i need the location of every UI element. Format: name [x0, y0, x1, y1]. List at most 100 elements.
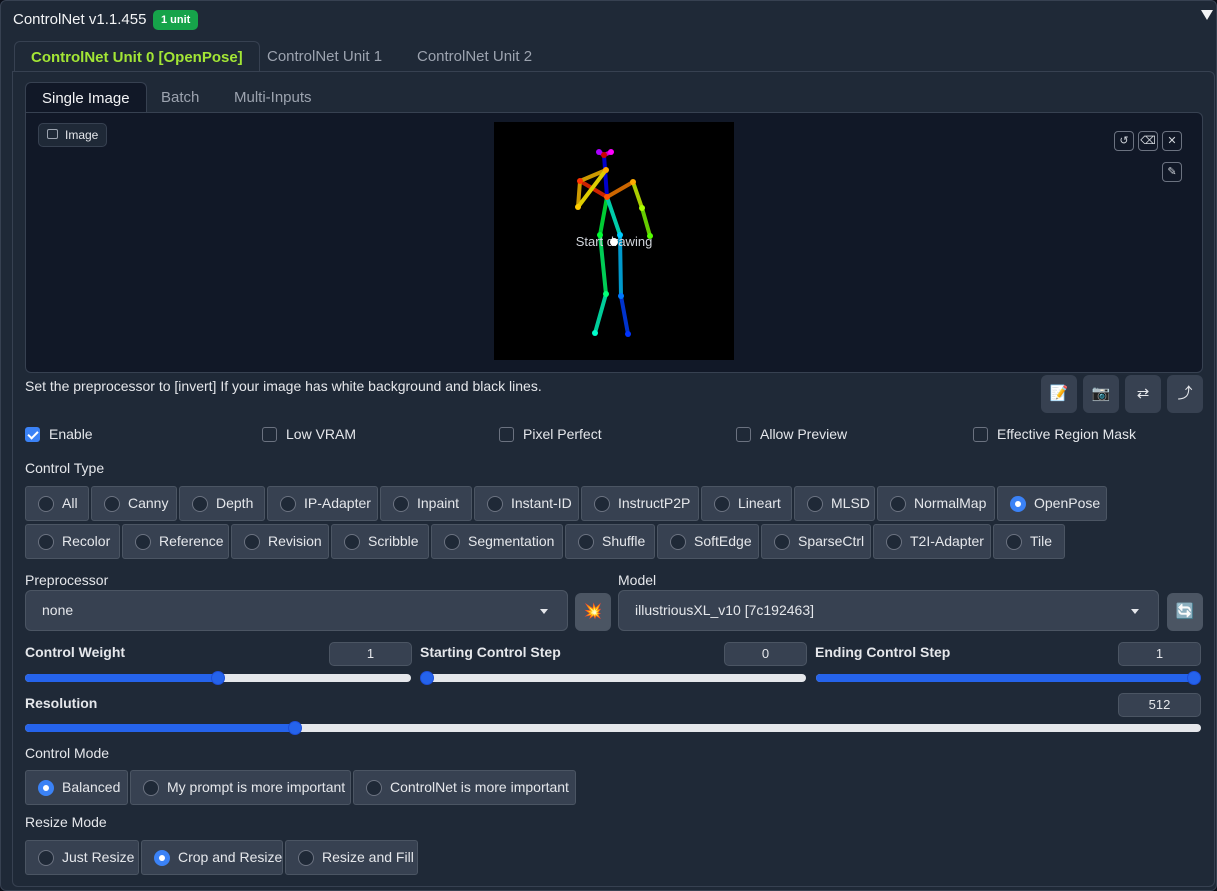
- controlnet-root: ControlNet v1.1.455 1 unit ControlNet Un…: [0, 0, 1217, 891]
- resolution-input[interactable]: 512: [1118, 693, 1201, 717]
- resize-mode-resize-and-fill[interactable]: Resize and Fill: [285, 840, 418, 875]
- preprocessor-hint: Set the preprocessor to [invert] If your…: [25, 378, 542, 394]
- low-vram-check-box[interactable]: [262, 427, 277, 442]
- control-weight-input[interactable]: 1: [329, 642, 412, 666]
- pixel-perfect-label: Pixel Perfect: [523, 426, 602, 442]
- preprocessor-label: Preprocessor: [25, 572, 109, 588]
- ending-step-label: Ending Control Step: [815, 644, 951, 660]
- control-type-recolor[interactable]: Recolor: [25, 524, 120, 559]
- pose-image[interactable]: Start drawing: [494, 122, 734, 360]
- control-type-ip-adapter[interactable]: IP-Adapter: [267, 486, 378, 521]
- allow-preview-check-box[interactable]: [736, 427, 751, 442]
- tab-multi-inputs[interactable]: Multi-Inputs: [218, 82, 328, 114]
- low-vram-checkbox[interactable]: Low VRAM: [262, 426, 356, 444]
- slider-thumb[interactable]: [211, 671, 225, 685]
- control-weight-slider[interactable]: [25, 671, 411, 685]
- radio-dot: [344, 534, 360, 550]
- swap-button[interactable]: ⇄: [1125, 375, 1161, 413]
- control-type-label-mlsd: MLSD: [831, 495, 870, 511]
- tab-unit-2[interactable]: ControlNet Unit 2: [401, 41, 548, 73]
- preprocessor-dropdown[interactable]: none: [25, 590, 568, 631]
- control-type-mlsd[interactable]: MLSD: [794, 486, 875, 521]
- control-type-depth[interactable]: Depth: [179, 486, 265, 521]
- control-type-scribble[interactable]: Scribble: [331, 524, 429, 559]
- effective-region-mask-checkbox[interactable]: Effective Region Mask: [973, 426, 1136, 444]
- brush-icon[interactable]: ✎: [1162, 162, 1182, 182]
- enable-check-box[interactable]: [25, 427, 40, 442]
- control-mode-balanced[interactable]: Balanced: [25, 770, 128, 805]
- control-type-inpaint[interactable]: Inpaint: [380, 486, 472, 521]
- control-type-canny[interactable]: Canny: [91, 486, 177, 521]
- control-mode-label: Control Mode: [25, 745, 110, 761]
- tab-batch[interactable]: Batch: [145, 82, 215, 114]
- resize-mode-crop-and-resize[interactable]: Crop and Resize: [141, 840, 283, 875]
- image-label: Image: [38, 123, 108, 147]
- control-type-softedge[interactable]: SoftEdge: [657, 524, 759, 559]
- ending-step-input[interactable]: 1: [1118, 642, 1201, 666]
- undo-icon[interactable]: ↺: [1114, 131, 1134, 151]
- control-type-all[interactable]: All: [25, 486, 89, 521]
- pixel-perfect-check-box[interactable]: [499, 427, 514, 442]
- control-type-openpose[interactable]: OpenPose: [997, 486, 1107, 521]
- radio-dot: [38, 496, 54, 512]
- tab-unit-0[interactable]: ControlNet Unit 0 [OpenPose]: [14, 41, 260, 73]
- radio-dot: [890, 496, 906, 512]
- collapse-arrow-icon[interactable]: [1201, 10, 1213, 20]
- resize-mode-label: Resize Mode: [25, 814, 107, 830]
- radio-dot-selected: [1010, 496, 1026, 512]
- effective-region-mask-check-box[interactable]: [973, 427, 988, 442]
- refresh-models-button[interactable]: 🔄: [1167, 593, 1203, 631]
- allow-preview-checkbox[interactable]: Allow Preview: [736, 426, 847, 444]
- enable-checkbox[interactable]: Enable: [25, 426, 93, 444]
- starting-step-label: Starting Control Step: [420, 644, 561, 660]
- eraser-icon[interactable]: ⌫: [1138, 131, 1158, 151]
- control-type-revision[interactable]: Revision: [231, 524, 329, 559]
- edit-button[interactable]: 📝: [1041, 375, 1077, 413]
- model-dropdown[interactable]: illustriousXL_v10 [7c192463]: [618, 590, 1159, 631]
- starting-step-input[interactable]: 0: [724, 642, 807, 666]
- control-type-sparsectrl[interactable]: SparseCtrl: [761, 524, 871, 559]
- effective-region-mask-label: Effective Region Mask: [997, 426, 1137, 442]
- radio-dot: [807, 496, 823, 512]
- control-type-lineart[interactable]: Lineart: [701, 486, 792, 521]
- cursor-dot: [610, 238, 618, 246]
- image-icon: [47, 129, 58, 139]
- control-type-tile[interactable]: Tile: [993, 524, 1065, 559]
- camera-button[interactable]: 📷: [1083, 375, 1119, 413]
- starting-step-slider[interactable]: [420, 671, 806, 685]
- unit-count-badge: 1 unit: [153, 10, 199, 30]
- run-preprocessor-button[interactable]: 💥: [575, 593, 611, 631]
- send-dimensions-button[interactable]: ⤴: [1167, 375, 1203, 413]
- control-mode-prompt[interactable]: My prompt is more important: [130, 770, 351, 805]
- control-type-instant-id[interactable]: Instant-ID: [474, 486, 579, 521]
- radio-dot: [135, 534, 151, 550]
- slider-thumb[interactable]: [420, 671, 434, 685]
- control-mode-label-balanced: Balanced: [62, 779, 121, 795]
- control-type-label-ip-adapter: IP-Adapter: [304, 495, 371, 511]
- tab-unit-1[interactable]: ControlNet Unit 1: [251, 41, 398, 73]
- close-icon[interactable]: ✕: [1162, 131, 1182, 151]
- control-type-t2i-adapter[interactable]: T2I-Adapter: [873, 524, 991, 559]
- control-type-reference[interactable]: Reference: [122, 524, 229, 559]
- resolution-slider[interactable]: [25, 721, 1201, 735]
- control-type-instructp2p[interactable]: InstructP2P: [581, 486, 699, 521]
- model-label: Model: [618, 572, 657, 588]
- control-type-label-tile: Tile: [1030, 533, 1053, 549]
- resize-mode-just-resize[interactable]: Just Resize: [25, 840, 139, 875]
- pixel-perfect-checkbox[interactable]: Pixel Perfect: [499, 426, 602, 444]
- accordion-title[interactable]: ControlNet v1.1.455: [13, 11, 146, 28]
- control-type-shuffle[interactable]: Shuffle: [565, 524, 655, 559]
- radio-dot: [366, 780, 382, 796]
- chevron-down-icon: [540, 609, 548, 614]
- ending-step-slider[interactable]: [816, 671, 1201, 685]
- control-type-normalmap[interactable]: NormalMap: [877, 486, 995, 521]
- radio-dot: [886, 534, 902, 550]
- slider-thumb[interactable]: [1187, 671, 1201, 685]
- slider-fill: [816, 674, 1194, 682]
- chevron-down-icon: [1131, 609, 1139, 614]
- control-type-label-instant-id: Instant-ID: [511, 495, 572, 511]
- tab-single-image[interactable]: Single Image: [25, 82, 147, 114]
- control-mode-controlnet[interactable]: ControlNet is more important: [353, 770, 576, 805]
- control-type-segmentation[interactable]: Segmentation: [431, 524, 563, 559]
- radio-dot: [280, 496, 296, 512]
